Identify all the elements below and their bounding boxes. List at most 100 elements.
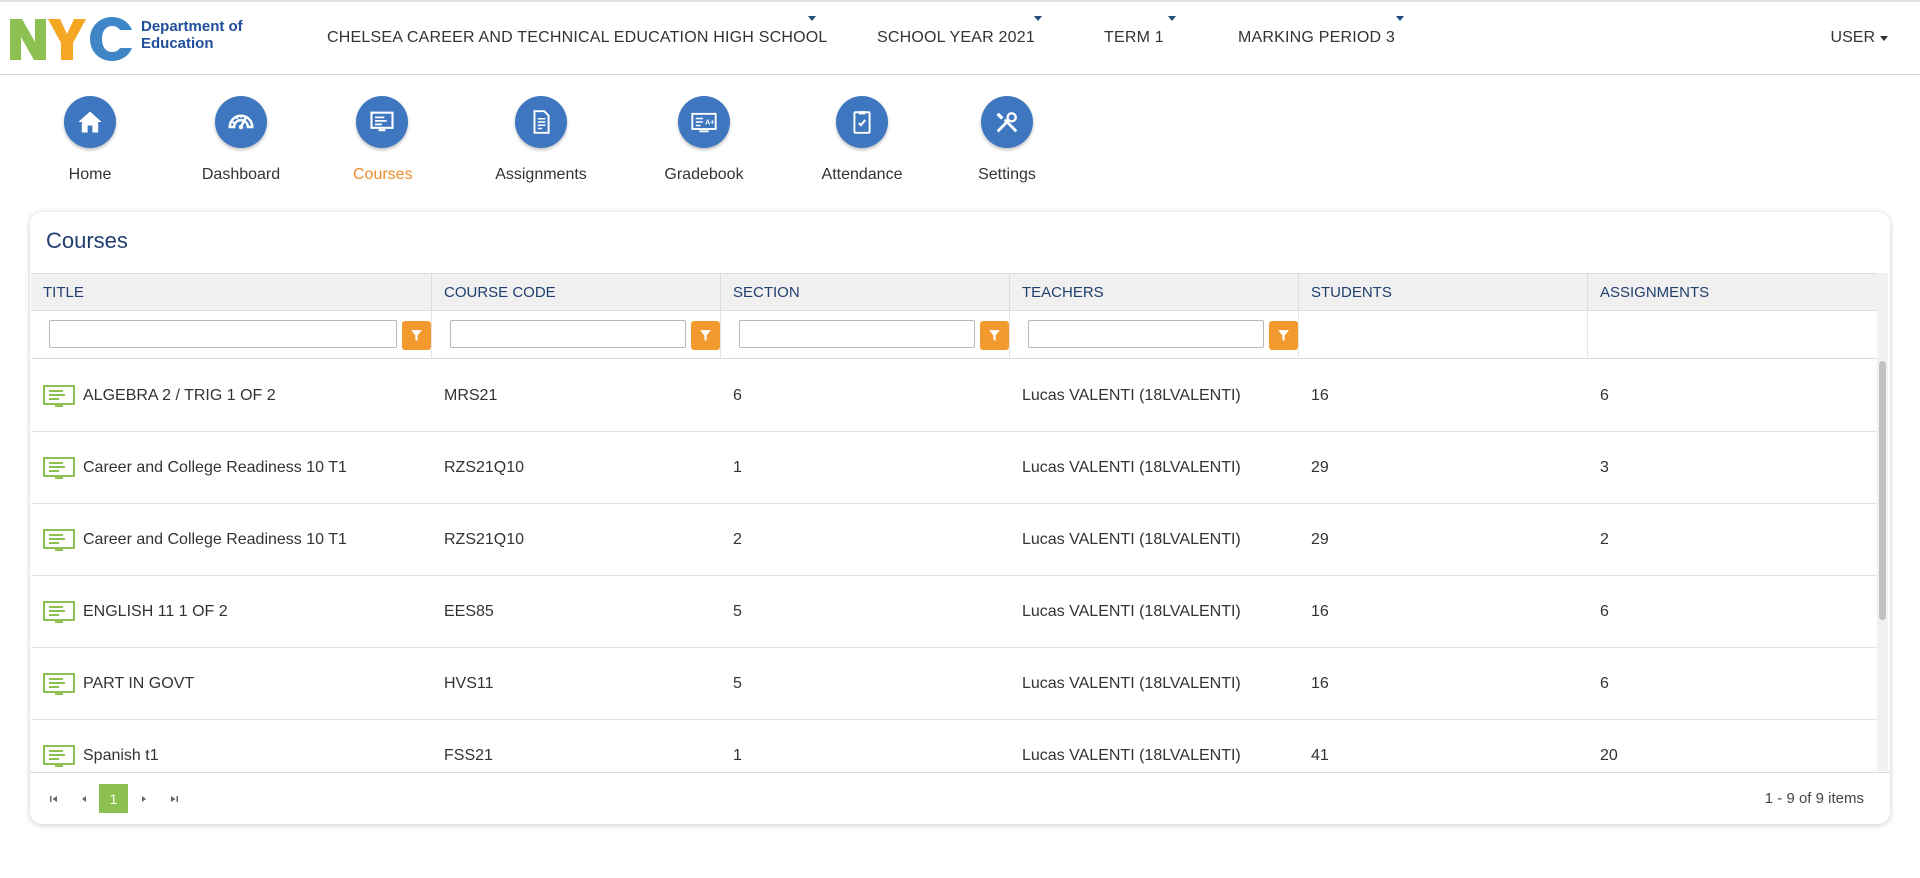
table-row[interactable]: Career and College Readiness 10 T1 RZS21… — [31, 432, 1878, 504]
nav-settings[interactable]: Settings — [977, 96, 1037, 184]
nav-label: Dashboard — [201, 166, 281, 183]
filter-cell-course-code — [432, 311, 721, 359]
table-row[interactable]: Spanish t1 FSS21 1 Lucas VALENTI (18LVAL… — [31, 720, 1878, 771]
section: 2 — [733, 531, 742, 548]
teachers: Lucas VALENTI (18LVALENTI) — [1022, 531, 1241, 548]
teachers-filter-input[interactable] — [1028, 320, 1264, 348]
nyc-doe-logo[interactable]: Department of Education — [8, 16, 248, 62]
chevron-down-icon — [808, 16, 816, 21]
courses-board-icon — [356, 96, 408, 148]
filter-button[interactable] — [980, 321, 1009, 350]
filter-cell-section — [721, 311, 1010, 359]
next-page-button[interactable] — [134, 789, 154, 809]
section: 5 — [733, 603, 742, 620]
course-board-icon — [43, 456, 75, 479]
funnel-icon — [989, 330, 1000, 341]
section: 1 — [733, 459, 742, 476]
column-header-assignments[interactable]: ASSIGNMENTS — [1588, 274, 1878, 311]
filter-cell-title — [31, 311, 432, 359]
course-title-cell[interactable]: Career and College Readiness 10 T1 — [31, 504, 432, 575]
students: 16 — [1311, 675, 1329, 692]
filter-button[interactable] — [691, 321, 720, 350]
course-code: HVS11 — [444, 675, 494, 692]
teachers: Lucas VALENTI (18LVALENTI) — [1022, 459, 1241, 476]
students: 29 — [1311, 531, 1329, 548]
table-row[interactable]: ALGEBRA 2 / TRIG 1 OF 2 MRS21 6 Lucas VA… — [31, 360, 1878, 432]
course-title: ENGLISH 11 1 OF 2 — [83, 603, 228, 620]
teachers: Lucas VALENTI (18LVALENTI) — [1022, 603, 1241, 620]
filter-button[interactable] — [402, 321, 431, 350]
assignments: 6 — [1600, 387, 1609, 404]
page-title: Courses — [46, 228, 128, 253]
last-page-button[interactable] — [164, 789, 184, 809]
course-code: EES85 — [444, 603, 494, 620]
nav-label: Gradebook — [664, 166, 744, 183]
current-page-button[interactable]: 1 — [99, 784, 128, 813]
nav-label: Attendance — [821, 166, 903, 183]
course-board-icon — [43, 528, 75, 551]
course-board-icon — [43, 384, 75, 407]
table-row[interactable]: PART IN GOVT HVS11 5 Lucas VALENTI (18LV… — [31, 648, 1878, 720]
section: 1 — [733, 747, 742, 764]
marking-period-selector[interactable]: MARKING PERIOD 3 — [1238, 2, 1404, 74]
column-header-section[interactable]: SECTION — [721, 274, 1010, 311]
course-title: PART IN GOVT — [83, 675, 195, 692]
user-menu[interactable]: USER — [1831, 2, 1888, 74]
document-icon — [515, 96, 567, 148]
nav-attendance[interactable]: Attendance — [819, 96, 905, 184]
column-header-course-code[interactable]: COURSE CODE — [432, 274, 721, 311]
teachers: Lucas VALENTI (18LVALENTI) — [1022, 387, 1241, 404]
nav-label: Settings — [978, 166, 1036, 183]
teachers: Lucas VALENTI (18LVALENTI) — [1022, 675, 1241, 692]
title-filter-input[interactable] — [49, 320, 397, 348]
nav-courses[interactable]: Courses — [353, 96, 413, 184]
column-header-teachers[interactable]: TEACHERS — [1010, 274, 1299, 311]
clipboard-check-icon — [836, 96, 888, 148]
nav-label: Home — [68, 166, 112, 183]
caret-right-icon — [142, 796, 146, 802]
course-title-cell[interactable]: Career and College Readiness 10 T1 — [31, 432, 432, 503]
course-title-cell[interactable]: PART IN GOVT — [31, 648, 432, 719]
previous-page-button[interactable] — [74, 789, 94, 809]
filter-button[interactable] — [1269, 321, 1298, 350]
first-page-button[interactable] — [44, 789, 64, 809]
grid-body: ALGEBRA 2 / TRIG 1 OF 2 MRS21 6 Lucas VA… — [31, 360, 1878, 771]
assignments: 20 — [1600, 747, 1618, 764]
funnel-icon — [1278, 330, 1289, 341]
column-header-title[interactable]: TITLE — [31, 274, 432, 311]
school-year-label: SCHOOL YEAR 2021 — [877, 29, 1035, 46]
nav-home[interactable]: Home — [63, 96, 117, 184]
course-title-cell[interactable]: ALGEBRA 2 / TRIG 1 OF 2 — [31, 360, 432, 431]
nav-gradebook[interactable]: A+ Gradebook — [663, 96, 745, 184]
filter-row — [31, 311, 1878, 359]
dashboard-gauge-icon — [215, 96, 267, 148]
school-selector[interactable]: CHELSEA CAREER AND TECHNICAL EDUCATION H… — [327, 2, 827, 74]
course-title: ALGEBRA 2 / TRIG 1 OF 2 — [83, 387, 276, 404]
scrollbar-thumb[interactable] — [1879, 361, 1886, 620]
course-title-cell[interactable]: Spanish t1 — [31, 720, 432, 771]
column-header-students[interactable]: STUDENTS — [1299, 274, 1588, 311]
caret-left-icon — [82, 796, 86, 802]
nav-label: Assignments — [495, 166, 587, 183]
nav-assignments[interactable]: Assignments — [495, 96, 587, 184]
course-title: Career and College Readiness 10 T1 — [83, 459, 347, 476]
course-title-cell[interactable]: ENGLISH 11 1 OF 2 — [31, 576, 432, 647]
pager: 1 1 - 9 of 9 items — [30, 772, 1890, 824]
table-row[interactable]: ENGLISH 11 1 OF 2 EES85 5 Lucas VALENTI … — [31, 576, 1878, 648]
term-selector[interactable]: TERM 1 — [1104, 2, 1176, 74]
chevron-down-icon — [1396, 16, 1404, 21]
school-year-selector[interactable]: SCHOOL YEAR 2021 — [877, 2, 1042, 74]
section-filter-input[interactable] — [739, 320, 975, 348]
funnel-icon — [411, 330, 422, 341]
nav-dashboard[interactable]: Dashboard — [198, 96, 284, 184]
last-page-icon — [171, 796, 178, 802]
funnel-icon — [700, 330, 711, 341]
vertical-scrollbar[interactable] — [1877, 273, 1888, 771]
home-icon — [64, 96, 116, 148]
course-code-filter-input[interactable] — [450, 320, 686, 348]
section: 6 — [733, 387, 742, 404]
course-code: RZS21Q10 — [444, 531, 525, 548]
assignments: 6 — [1600, 675, 1609, 692]
term-label: TERM 1 — [1104, 29, 1164, 46]
table-row[interactable]: Career and College Readiness 10 T1 RZS21… — [31, 504, 1878, 576]
